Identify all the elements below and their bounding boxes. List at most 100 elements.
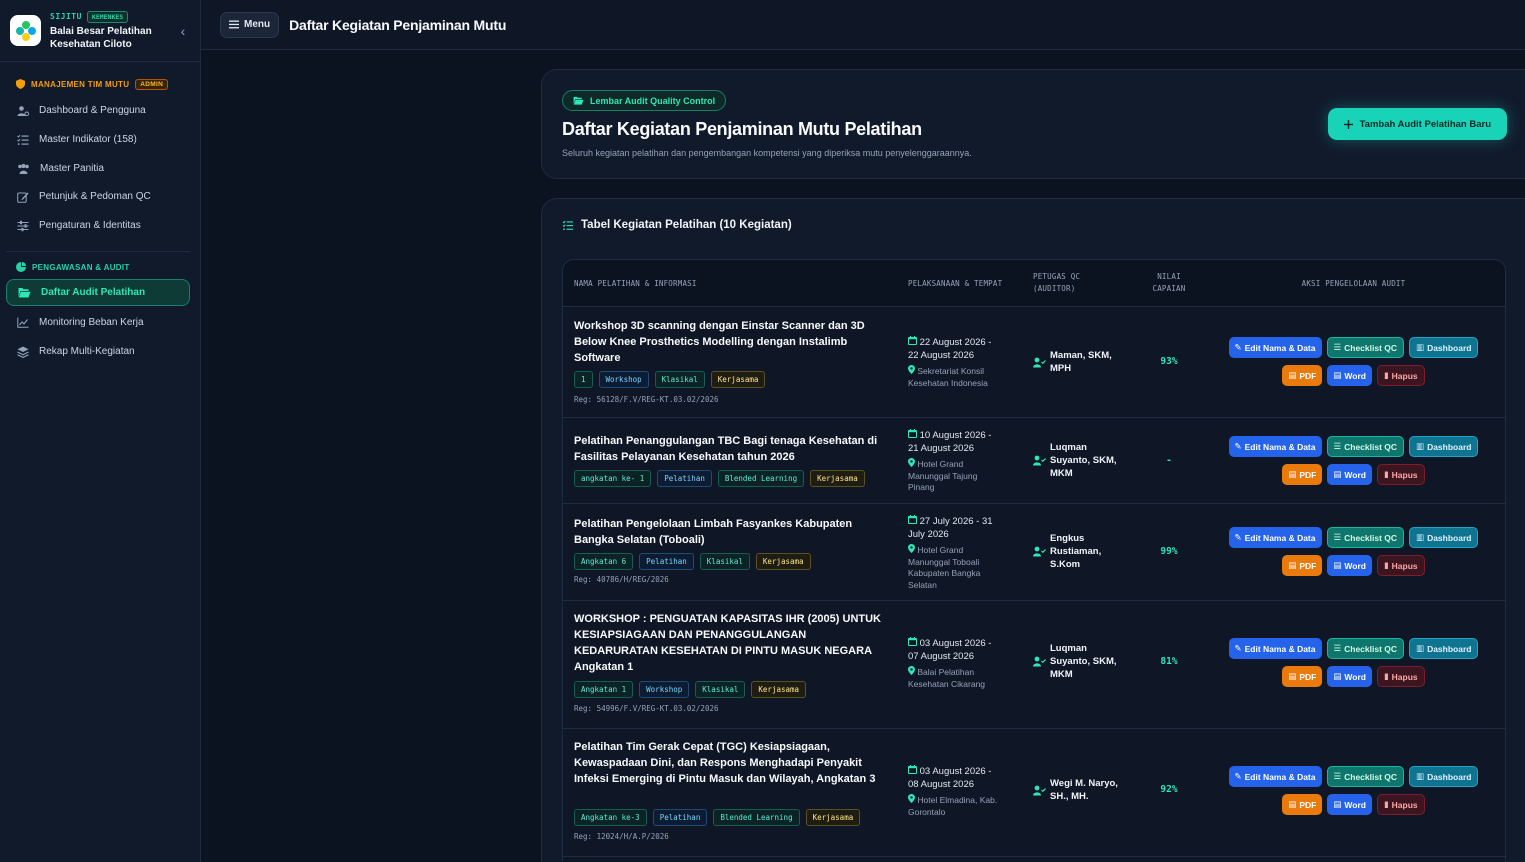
dashboard-label: Dashboard: [1427, 342, 1472, 353]
pdf-button[interactable]: ▤ PDF: [1282, 464, 1323, 485]
venue-line: Hotel Elmadina, Kab.: [917, 795, 998, 805]
venue-line: Hotel Grand: [917, 459, 964, 469]
institution-name-line1: Balai Besar Pelatihan: [50, 25, 152, 37]
training-title: Pelatihan Penanggulangan TBC Bagi tenaga…: [574, 435, 878, 463]
pdf-button[interactable]: ▤ PDF: [1282, 666, 1323, 687]
file-word-icon: ▤: [1333, 671, 1342, 681]
venue-line: Gorontalo: [908, 806, 946, 817]
col-header-score-line1: NILAI: [1157, 272, 1181, 281]
edit-data-button[interactable]: ✎ Edit Nama & Data: [1228, 638, 1322, 659]
venue-line: Manunggal Tajung: [908, 470, 978, 481]
edit-data-button[interactable]: ✎ Edit Nama & Data: [1228, 436, 1322, 457]
delete-button[interactable]: ▮ Hapus: [1376, 464, 1425, 485]
sidebar-item-master-panitia[interactable]: Master Panitia: [6, 155, 190, 182]
bar-chart-icon: ▥: [1416, 342, 1425, 352]
users-icon: [18, 163, 29, 174]
word-button[interactable]: ▤ Word: [1327, 365, 1372, 386]
checklist-qc-button[interactable]: ☰ Checklist QC: [1326, 337, 1405, 358]
checklist-qc-button[interactable]: ☰ Checklist QC: [1326, 527, 1405, 548]
checklist-qc-button[interactable]: ☰ Checklist QC: [1326, 638, 1405, 659]
date-end: 22 August 2026: [908, 350, 975, 361]
auditor-name-line: Luqman: [1050, 643, 1087, 654]
sidebar-item-master-indikator[interactable]: Master Indikator (158): [6, 126, 190, 153]
checklist-qc-button[interactable]: ☰ Checklist QC: [1326, 766, 1405, 787]
edit-data-button[interactable]: ✎ Edit Nama & Data: [1228, 527, 1322, 548]
edit-icon: [17, 192, 29, 203]
file-word-icon: ▤: [1333, 799, 1342, 809]
sidebar-item-dashboard-pengguna[interactable]: Dashboard & Pengguna: [6, 97, 190, 124]
sidebar-item-label: Master Indikator (158): [39, 134, 137, 145]
pdf-label: PDF: [1299, 370, 1317, 381]
score-value: 81%: [1160, 656, 1178, 667]
hero-title: Daftar Kegiatan Penjaminan Mutu Pelatiha…: [562, 119, 922, 139]
training-chips: angkatan ke- 1 Pelatihan Blended Learnin…: [574, 470, 865, 487]
map-pin-icon: [908, 666, 915, 675]
word-button[interactable]: ▤ Word: [1327, 555, 1372, 576]
chip-funding: Kerjasama: [751, 681, 807, 698]
score-value: 99%: [1160, 546, 1178, 557]
date-range: 03 August 2026 -: [908, 637, 1016, 650]
score-value: -: [1166, 455, 1172, 466]
date-range: 03 August 2026 -: [908, 765, 1016, 778]
auditor-cell: Luqman Suyanto, SKM, MKM: [1033, 441, 1128, 480]
dashboard-button[interactable]: ▥ Dashboard: [1409, 527, 1479, 548]
venue-line: Kesehatan Cikarang: [908, 678, 986, 689]
word-label: Word: [1344, 370, 1366, 381]
word-button[interactable]: ▤ Word: [1327, 794, 1372, 815]
trash-icon: ▮: [1383, 560, 1389, 570]
topbar: Menu Daftar Kegiatan Penjaminan Mutu: [201, 0, 1525, 50]
dashboard-button[interactable]: ▥ Dashboard: [1409, 436, 1479, 457]
sidebar-divider: [6, 251, 190, 252]
edit-data-label: Edit Nama & Data: [1244, 342, 1316, 353]
delete-button[interactable]: ▮ Hapus: [1376, 555, 1425, 576]
venue-line: Hotel Grand: [917, 545, 964, 555]
pdf-button[interactable]: ▤ PDF: [1282, 365, 1323, 386]
venue: Hotel Grand Manunggal Tajung Pinang: [908, 458, 1016, 494]
trash-icon: ▮: [1383, 370, 1389, 380]
date-range: 10 August 2026 -: [908, 429, 1016, 442]
auditor-cell: Maman, SKM, MPH: [1033, 349, 1128, 375]
sidebar-item-label: Rekap Multi-Kegiatan: [39, 346, 135, 357]
venue: Sekretariat Konsil Kesehatan Indonesia: [908, 365, 1016, 389]
add-audit-button-label: Tambah Audit Pelatihan Baru: [1359, 118, 1491, 130]
collapse-sidebar-icon[interactable]: ‹: [176, 23, 190, 39]
delete-button[interactable]: ▮ Hapus: [1376, 794, 1425, 815]
chip-funding: Kerjasama: [755, 553, 811, 570]
chip-type: Workshop: [598, 371, 649, 388]
trash-icon: ▮: [1383, 671, 1389, 681]
checklist-qc-button[interactable]: ☰ Checklist QC: [1326, 436, 1405, 457]
delete-button[interactable]: ▮ Hapus: [1376, 365, 1425, 386]
sidebar-item-daftar-audit[interactable]: Daftar Audit Pelatihan: [6, 279, 190, 306]
delete-button[interactable]: ▮ Hapus: [1376, 666, 1425, 687]
pdf-button[interactable]: ▤ PDF: [1282, 794, 1323, 815]
pdf-button[interactable]: ▤ PDF: [1282, 555, 1323, 576]
sidebar-item-rekap-multi[interactable]: Rekap Multi-Kegiatan: [6, 338, 190, 365]
bar-chart-icon: ▥: [1416, 643, 1425, 653]
delete-label: Hapus: [1391, 370, 1418, 381]
add-audit-button[interactable]: Tambah Audit Pelatihan Baru: [1327, 108, 1507, 140]
row-actions: ✎ Edit Nama & Data ☰ Checklist QC ▥ Dashboa…: [1218, 766, 1489, 815]
auditor-name: Wegi M. Naryo, SH., MH.: [1050, 777, 1128, 803]
app-name: SIJITU: [50, 12, 82, 21]
menu-button[interactable]: Menu: [220, 11, 280, 38]
dashboard-button[interactable]: ▥ Dashboard: [1409, 766, 1479, 787]
pdf-label: PDF: [1299, 469, 1317, 480]
edit-data-button[interactable]: ✎ Edit Nama & Data: [1228, 766, 1322, 787]
sidebar-item-petunjuk-pedoman[interactable]: Petunjuk & Pedoman QC: [6, 183, 190, 210]
score-value: 93%: [1160, 356, 1178, 367]
sidebar-item-monitoring-beban[interactable]: Monitoring Beban Kerja: [6, 309, 190, 336]
dashboard-button[interactable]: ▥ Dashboard: [1409, 337, 1479, 358]
sidebar-item-pengaturan-identitas[interactable]: Pengaturan & Identitas: [6, 212, 190, 239]
auditor-cell: Luqman Suyanto, SKM, MKM: [1033, 642, 1128, 681]
edit-data-label: Edit Nama & Data: [1244, 532, 1316, 543]
chip-method: Klasikal: [699, 553, 750, 570]
word-button[interactable]: ▤ Word: [1327, 666, 1372, 687]
word-button[interactable]: ▤ Word: [1327, 464, 1372, 485]
venue-line: Balai Pelatihan: [917, 667, 975, 677]
row-actions: ✎ Edit Nama & Data ☰ Checklist QC ▥ Dashboa…: [1218, 638, 1489, 687]
venue: Hotel Elmadina, Kab. Gorontalo: [908, 794, 1016, 818]
edit-data-button[interactable]: ✎ Edit Nama & Data: [1228, 337, 1322, 358]
dashboard-button[interactable]: ▥ Dashboard: [1409, 638, 1479, 659]
date-end: July 2026: [908, 529, 949, 540]
col-header-auditor-line2: (AUDITOR): [1033, 284, 1076, 293]
